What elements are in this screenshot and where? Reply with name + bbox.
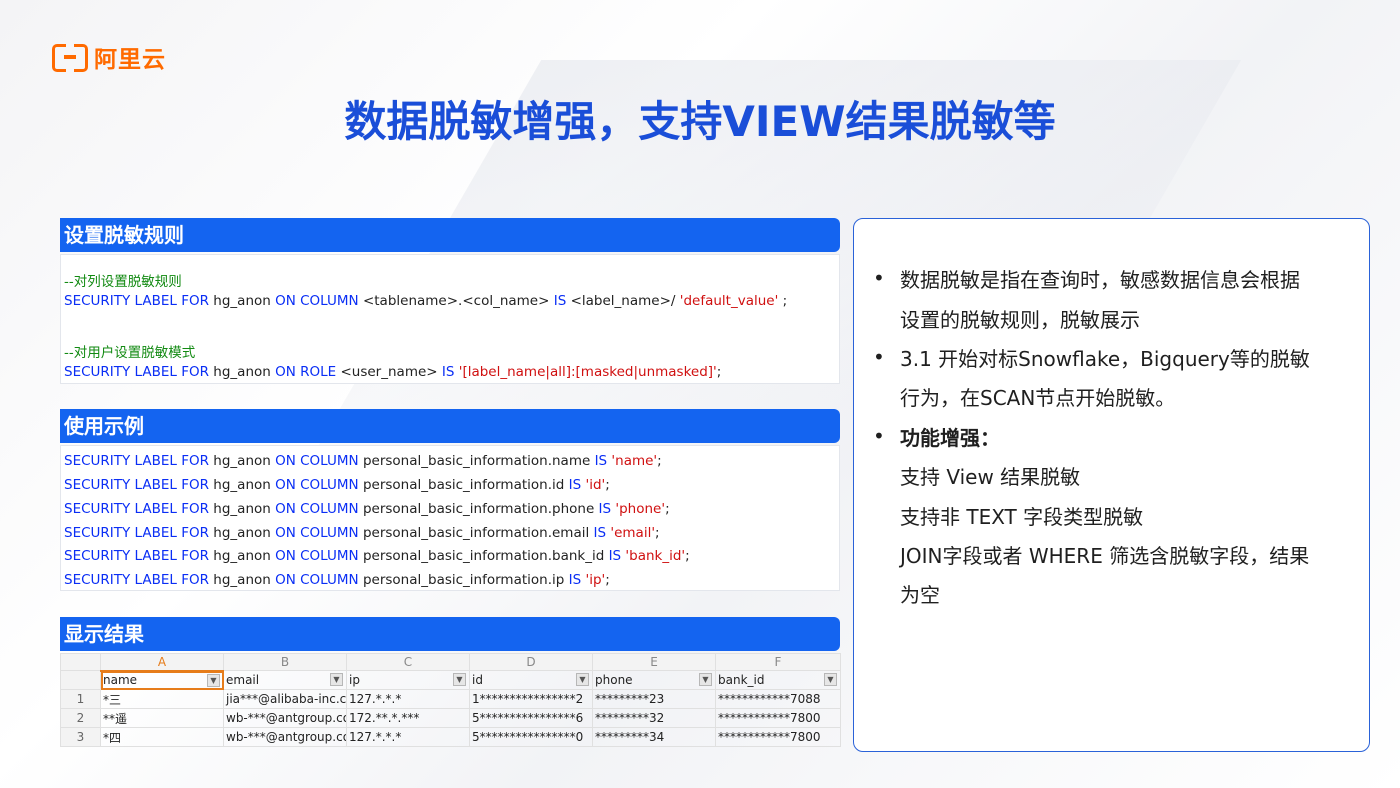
filter-dropdown-icon[interactable]: ▼ xyxy=(824,673,837,686)
table-row: 1 *三 jia***@alibaba-inc.cor 127.*.*.* 1*… xyxy=(60,689,841,709)
table-cell[interactable]: ************7800 xyxy=(715,708,841,728)
field-header-cell[interactable]: email ▼ xyxy=(223,670,347,690)
field-header-cell[interactable]: id ▼ xyxy=(469,670,593,690)
field-header-cell[interactable]: name ▼ xyxy=(100,670,224,690)
section-header-rules: 设置脱敏规则 xyxy=(60,218,840,252)
column-letter[interactable]: D xyxy=(469,653,593,671)
code-block-rules: --对列设置脱敏规则 SECURITY LABEL FOR hg_anon ON… xyxy=(60,254,840,384)
table-cell[interactable]: 1****************2 xyxy=(469,689,593,709)
code-comment: --对用户设置脱敏模式 xyxy=(64,345,196,361)
table-cell[interactable]: *********34 xyxy=(592,727,716,747)
row-header[interactable] xyxy=(60,670,101,690)
row-number[interactable]: 2 xyxy=(60,708,101,728)
page-title: 数据脱敏增强，支持VIEW结果脱敏等 xyxy=(344,97,1056,146)
column-letter[interactable]: C xyxy=(346,653,470,671)
panel-line: 3.1 开始对标Snowflake，Bigquery等的脱敏 xyxy=(900,347,1310,371)
column-letter[interactable]: A xyxy=(100,653,224,672)
code-line: SECURITY LABEL FOR hg_anon ON COLUMN per… xyxy=(64,525,660,541)
table-cell[interactable]: wb-***@antgroup.cor xyxy=(223,727,347,747)
section-header-result: 显示结果 xyxy=(60,617,840,651)
bullet-dot: • xyxy=(873,266,885,290)
field-header-cell[interactable]: phone ▼ xyxy=(592,670,716,690)
row-number[interactable]: 1 xyxy=(60,689,101,709)
table-row: 2 **遥 wb-***@antgroup.cor 172.**.*.*** 5… xyxy=(60,708,841,728)
table-cell[interactable]: *四 xyxy=(100,727,224,747)
filter-dropdown-icon[interactable]: ▼ xyxy=(453,673,466,686)
field-header-cell[interactable]: ip ▼ xyxy=(346,670,470,690)
code-line: SECURITY LABEL FOR hg_anon ON COLUMN per… xyxy=(64,477,610,493)
code-line: SECURITY LABEL FOR hg_anon ON COLUMN <ta… xyxy=(64,293,788,309)
table-cell[interactable]: 127.*.*.* xyxy=(346,727,470,747)
panel-line: 数据脱敏是指在查询时，敏感数据信息会根据 xyxy=(900,268,1300,292)
bullet-dot: • xyxy=(873,345,885,369)
panel-subtitle: 功能增强： xyxy=(900,426,1000,450)
code-comment: --对列设置脱敏规则 xyxy=(64,274,182,290)
column-letter[interactable]: F xyxy=(715,653,841,671)
aliyun-logo-icon xyxy=(52,44,88,72)
filter-dropdown-icon[interactable]: ▼ xyxy=(207,673,220,687)
column-letter[interactable]: E xyxy=(592,653,716,671)
field-header-row: name ▼ email ▼ ip ▼ id ▼ phone ▼ bank_id ▼ xyxy=(60,670,841,690)
panel-line: 支持非 TEXT 字段类型脱敏 xyxy=(900,505,1144,529)
table-cell[interactable]: 5****************0 xyxy=(469,727,593,747)
filter-dropdown-icon[interactable]: ▼ xyxy=(330,673,343,686)
table-cell[interactable]: **遥 xyxy=(100,708,224,728)
table-cell[interactable]: jia***@alibaba-inc.cor xyxy=(223,689,347,709)
brand-logo: 阿里云 xyxy=(52,40,166,74)
brand-name: 阿里云 xyxy=(94,47,166,73)
column-letter[interactable]: B xyxy=(223,653,347,671)
section-header-example: 使用示例 xyxy=(60,409,840,443)
table-cell[interactable]: ************7088 xyxy=(715,689,841,709)
panel-line: 为空 xyxy=(900,583,940,607)
panel-line: 支持 View 结果脱敏 xyxy=(900,465,1081,489)
table-row: 3 *四 wb-***@antgroup.cor 127.*.*.* 5****… xyxy=(60,727,841,747)
table-cell[interactable]: 127.*.*.* xyxy=(346,689,470,709)
table-cell[interactable]: *********32 xyxy=(592,708,716,728)
code-line: SECURITY LABEL FOR hg_anon ON COLUMN per… xyxy=(64,453,662,469)
panel-line: JOIN字段或者 WHERE 筛选含脱敏字段，结果 xyxy=(900,544,1310,568)
filter-dropdown-icon[interactable]: ▼ xyxy=(576,673,589,686)
filter-dropdown-icon[interactable]: ▼ xyxy=(699,673,712,686)
feature-panel: • 数据脱敏是指在查询时，敏感数据信息会根据 设置的脱敏规则，脱敏展示 • 3.… xyxy=(853,218,1370,752)
panel-line: 设置的脱敏规则，脱敏展示 xyxy=(900,308,1140,332)
table-cell[interactable]: *三 xyxy=(100,689,224,709)
table-cell[interactable]: 172.**.*.*** xyxy=(346,708,470,728)
table-cell[interactable]: 5****************6 xyxy=(469,708,593,728)
row-number[interactable]: 3 xyxy=(60,727,101,747)
code-line: SECURITY LABEL FOR hg_anon ON COLUMN per… xyxy=(64,548,690,564)
panel-line: 行为，在SCAN节点开始脱敏。 xyxy=(900,386,1176,410)
field-header-cell[interactable]: bank_id ▼ xyxy=(715,670,841,690)
sheet-corner[interactable] xyxy=(60,653,101,671)
table-cell[interactable]: ************7800 xyxy=(715,727,841,747)
table-cell[interactable]: *********23 xyxy=(592,689,716,709)
table-cell[interactable]: wb-***@antgroup.cor xyxy=(223,708,347,728)
column-letter-row: A B C D E F xyxy=(60,653,841,672)
code-line: SECURITY LABEL FOR hg_anon ON COLUMN per… xyxy=(64,501,670,517)
result-spreadsheet: A B C D E F name ▼ email ▼ ip ▼ id ▼ phone ▼ … xyxy=(60,653,841,749)
code-block-example: SECURITY LABEL FOR hg_anon ON COLUMN per… xyxy=(60,445,840,591)
bullet-dot: • xyxy=(873,424,885,448)
code-line: SECURITY LABEL FOR hg_anon ON COLUMN per… xyxy=(64,572,610,588)
code-line: SECURITY LABEL FOR hg_anon ON ROLE <user… xyxy=(64,364,722,380)
